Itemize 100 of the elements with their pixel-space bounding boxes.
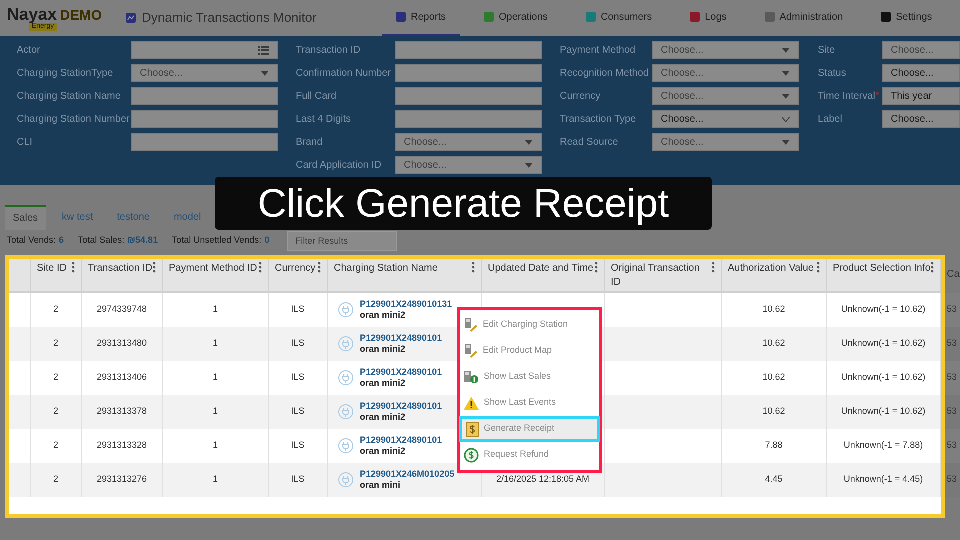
report-tab[interactable]: Sales [5,205,46,230]
table-cell-text: Unknown(-1 = 10.62) [841,337,926,350]
dropdown-field[interactable]: Choose... [652,133,799,151]
table-cell-text: 2 [53,405,58,418]
caret-icon [525,140,533,144]
field-label: CLI [17,136,33,150]
table-cell-text: 1 [212,405,218,418]
dropdown-field[interactable]: Choose... [395,156,542,174]
menu-item[interactable]: Show Last Sales [460,364,599,390]
column-menu-icon[interactable] [259,262,262,273]
field-label: Currency [560,90,601,104]
column-menu-icon[interactable] [931,262,934,273]
caret-icon [525,162,533,168]
table-cell-text: ILS [291,371,305,384]
table-cell-text: Unknown(-1 = 10.62) [841,371,926,384]
table-cell-text: Unknown(-1 = 10.62) [841,405,926,418]
dropdown-field[interactable]: Choose... [395,133,542,151]
caret-icon [782,94,790,98]
column-header[interactable]: Authorization Value [728,262,814,291]
column-header[interactable]: Charging Station Name [334,262,438,291]
column-header[interactable]: Updated Date and Time [488,262,594,291]
column-menu-icon[interactable] [712,262,715,273]
total-value: 0 [264,234,270,248]
column-header[interactable]: Ca [947,269,960,280]
input-field[interactable] [395,41,542,59]
menu-item[interactable]: Edit Charging Station [460,312,599,338]
station-id-link[interactable]: P129901X24890101 [360,435,442,446]
station-id-link[interactable]: P129901X2489010131 [360,299,452,310]
nav-tab[interactable]: Operations [470,0,562,36]
dropdown-field[interactable]: Choose... [652,41,799,59]
list-icon [258,46,269,54]
field-label: Actor [17,44,40,58]
logo-suffix: DEMO [60,6,102,24]
input-field[interactable] [131,133,278,151]
table-cell-text: 2 [53,337,58,350]
input-field[interactable] [395,87,542,105]
table-cell-text: 2974339748 [96,303,148,316]
device-pencil-icon [464,318,478,332]
dropdown-field[interactable]: Choose... [882,110,960,128]
table-cell-text: 10.62 [762,337,786,350]
nav-tab[interactable]: Settings [867,0,946,36]
column-menu-icon[interactable] [153,262,156,273]
station-name: oran mini2 [360,344,407,355]
column-menu-icon[interactable] [817,262,820,273]
station-id-link[interactable]: P129901X24890101 [360,401,442,412]
table-cell-text: 1 [212,303,218,316]
column-menu-icon[interactable] [595,262,598,273]
menu-item[interactable]: Generate Receipt [459,416,600,442]
menu-item[interactable]: Edit Product Map [460,338,599,364]
station-id-link[interactable]: P129901X24890101 [360,367,442,378]
input-field[interactable] [131,110,278,128]
station-name: oran mini [360,480,402,491]
dropdown-field[interactable]: Choose... [652,64,799,82]
station-id-link[interactable]: P129901X24890101 [360,333,442,344]
column-header[interactable]: Payment Method ID [169,262,258,291]
field-label: Time Interval [818,90,876,104]
table-cell-text: 2931313378 [96,405,148,418]
dropdown-field[interactable]: Choose... [882,41,960,59]
filter-results-field[interactable]: Filter Results [286,231,397,251]
nav-tab[interactable]: Logs [676,0,741,36]
nav-tab[interactable]: Consumers [572,0,666,36]
table-cell-text: ILS [291,337,305,350]
field-label: Card Application ID [296,158,382,172]
input-field[interactable] [131,87,278,105]
dropdown-field[interactable]: Choose... [652,87,799,105]
column-menu-icon[interactable] [318,262,321,273]
total-label: Total Unsettled Vends: [172,234,262,248]
total-label: Total Vends: [7,234,56,248]
column-header[interactable]: Transaction ID [88,262,153,291]
column-header[interactable]: Product Selection Info [833,262,931,291]
caption-text: Click Generate Receipt [258,180,670,228]
column-menu-icon[interactable] [72,262,75,273]
column-menu-icon[interactable] [472,262,475,273]
menu-item[interactable]: Show Last Events [460,390,599,416]
table-cell-text: 2 [53,371,58,384]
station-name: oran mini2 [360,412,407,423]
dropdown-field[interactable]: Choose... [652,110,799,128]
nav-tab[interactable]: Administration [750,0,858,36]
dropdown-field[interactable]: Choose... [882,64,960,82]
column-header[interactable]: Currency [275,262,316,291]
table-cell-text: 2931313328 [96,439,148,452]
plug-icon [338,370,354,386]
table-cell-text: 10.62 [762,371,786,384]
menu-item[interactable]: Request Refund [460,442,599,468]
dropdown-field[interactable]: This year [882,87,960,105]
caret-icon [782,48,790,52]
dropdown-field[interactable]: Choose... [131,64,278,82]
table-cell-text: 1 [212,337,218,350]
field-label: Charging Station Name [17,90,121,104]
total-value: ₪54.81 [128,234,158,248]
table-cell-text: 53 [947,473,958,486]
station-id-link[interactable]: P129901X246M010205 [360,469,455,480]
column-header[interactable]: Site ID [37,262,68,291]
input-field[interactable] [395,110,542,128]
table-cell-text: 2931313406 [96,371,148,384]
plug-icon [338,472,354,488]
input-field[interactable] [395,64,542,82]
column-header[interactable]: Original Transaction ID [611,262,712,291]
dropdown-field[interactable] [131,41,278,59]
table-cell-text: 53 [947,405,958,418]
